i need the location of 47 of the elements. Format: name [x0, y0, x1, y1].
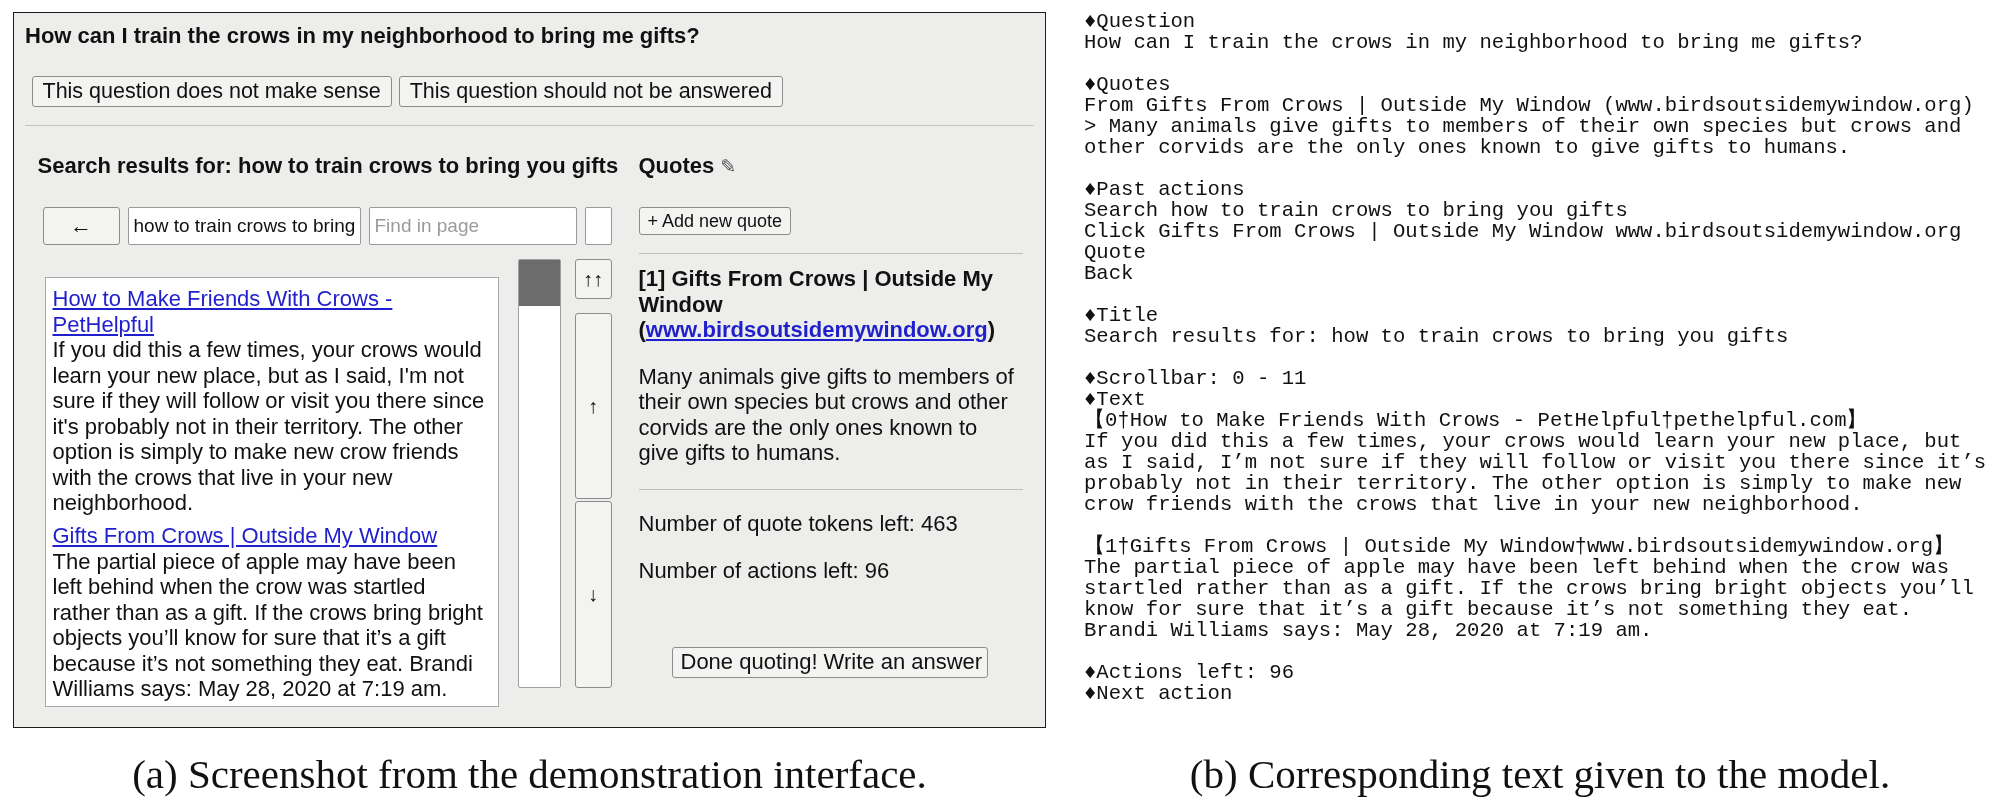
done-button[interactable]: Done quoting! Write an answer [671, 646, 988, 678]
prompt-line: From Gifts From Crows | Outside My Window (www.birdsoutsidemywindow.org) [1084, 95, 1975, 116]
figure-caption: (b) Corresponding text given to the model. [1189, 751, 1891, 797]
add-quote-button[interactable]: + Add new quote [638, 207, 792, 235]
question-flag-button[interactable]: This question should not be answered [398, 75, 783, 107]
pencil-icon[interactable]: ✎ [720, 156, 737, 176]
prompt-line: 【1†Gifts From Crows | Outside My Window†www.birdsoutsidemywindow.org】 [1084, 536, 1955, 557]
quote-link[interactable]: www.birdsoutsidemywindow.org [645, 317, 988, 342]
actions-left-text: Number of actions left: 96 [638, 557, 890, 584]
prompt-line: ♦Quotes [1084, 74, 1172, 95]
prompt-line: ♦Scrollbar: 0 - 11 [1084, 368, 1308, 389]
quote-title: [1] Gifts From Crows | Outside My Window (www.birdsoutsidemywindow.org) [638, 266, 996, 343]
search-field[interactable]: how to train crows to bring [127, 207, 361, 245]
prompt-line: Click Gifts From Crows | Outside My Window www.birdsoutsidemywindow.org [1084, 221, 1963, 242]
tokens-left-text: Number of quote tokens left: 463 [638, 510, 958, 537]
figure-caption: (a) Screenshot from the demonstration interface. [132, 751, 927, 797]
scroll-down-button[interactable]: ↓ [574, 501, 612, 688]
prompt-line: ♦Question [1084, 11, 1197, 32]
page-title: Search results for: how to train crows to bring you gifts [37, 153, 619, 179]
prompt-line: ♦Past actions [1084, 179, 1246, 200]
prompt-line: ♦Next action [1084, 683, 1234, 704]
find-field[interactable]: Find in page [368, 207, 577, 245]
prompt-line: If you did this a few times, your crows would learn your new place, but as I said, I’m not sure if they will follow or visit you there since it’s probably not in their territory. The other option is simply to make new crow friends with the crows that live in your new neighborhood. [1084, 431, 1988, 515]
scrollbar-thumb[interactable] [518, 260, 560, 306]
prompt-line: ♦Title [1084, 305, 1160, 326]
result-snippet: The partial piece of apple may have been left behind when the crow was startled rather than as a gift. If the crows bring bright objects you’ll know for sure that it’s a gift because it’s not something they eat. Brandi Williams says: May 28, 2020 at 7:19 am. [52, 548, 484, 702]
quotes-heading: Quotes [638, 153, 715, 179]
prompt-line: Back [1084, 263, 1135, 284]
scrollbar-track[interactable] [517, 259, 561, 688]
prompt-line: Quote [1084, 242, 1147, 263]
quote-text: Many animals give gifts to members of their own species but crows and other corvids are the only ones known to give gifts to humans. [638, 363, 1015, 466]
scroll-top-button[interactable]: ↑↑ [574, 259, 612, 299]
back-button[interactable]: ← [42, 207, 120, 245]
result-link[interactable]: How to Make Friends With Crows - PetHelpful [52, 286, 486, 337]
prompt-line: Search results for: how to train crows to bring you gifts [1084, 326, 1790, 347]
prompt-line: > Many animals give gifts to members of their own species but crows and other corvids are the only ones known to give gifts to humans. [1084, 116, 1963, 158]
prompt-line: How can I train the crows in my neighborhood to bring me gifts? [1084, 32, 1864, 53]
question-title: How can I train the crows in my neighborhood to bring me gifts? [25, 22, 700, 49]
scroll-up-button[interactable]: ↑ [574, 313, 612, 499]
empty-field[interactable] [584, 207, 612, 245]
result-link[interactable]: Gifts From Crows | Outside My Window [52, 523, 486, 549]
prompt-line: The partial piece of apple may have been left behind when the crow was startled rather than as a gift. If the crows bring bright objects you’ll know for sure that it’s a gift because it’s not something they eat. Brandi Williams says: May 28, 2020 at 7:19 am. [1084, 557, 1975, 641]
result-snippet: If you did this a few times, your crows would learn your new place, but as I said, I'm not sure if they will follow or visit you there since it's probably not in their territory. The other option is simply to make new crow friends with the crows that live in your new neighborhood. [52, 337, 486, 516]
question-flag-button[interactable]: This question does not make sense [31, 75, 392, 107]
prompt-line: Search how to train crows to bring you gifts [1084, 200, 1629, 221]
prompt-line: 【0†How to Make Friends With Crows - PetHelpful†pethelpful.com】 [1084, 410, 1869, 431]
prompt-line: ♦Actions left: 96 [1084, 662, 1296, 683]
